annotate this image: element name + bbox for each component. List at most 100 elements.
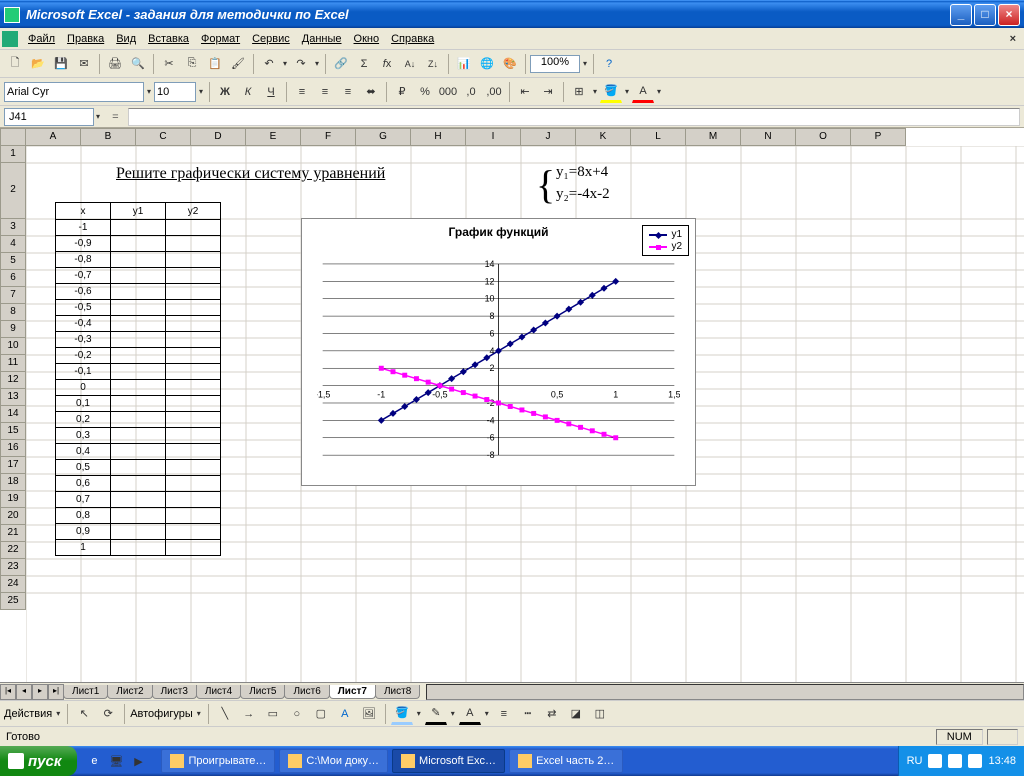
row-header-6[interactable]: 6 [0,270,26,287]
new-icon[interactable]: 🗋 [4,53,26,75]
row-header-5[interactable]: 5 [0,253,26,270]
open-icon[interactable]: 📂 [27,53,49,75]
tray-icon-3[interactable] [968,754,982,768]
line-icon[interactable]: ╲ [214,703,236,725]
line-color-icon[interactable]: ✎ [425,703,447,725]
preview-icon[interactable]: 🔍 [127,53,149,75]
map-icon[interactable]: 🌐 [476,53,498,75]
bold-icon[interactable]: Ж [214,81,236,103]
col-header-A[interactable]: A [26,128,81,146]
tab-next-icon[interactable]: ▸ [32,684,48,700]
row-header-10[interactable]: 10 [0,338,26,355]
row-header-7[interactable]: 7 [0,287,26,304]
help-icon[interactable]: ? [598,53,620,75]
sheet-tab-Лист8[interactable]: Лист8 [375,685,420,699]
row-header-17[interactable]: 17 [0,457,26,474]
function-icon[interactable]: fx [376,53,398,75]
autoshapes-menu[interactable]: Автофигуры [130,708,193,720]
row-header-18[interactable]: 18 [0,474,26,491]
row-header-13[interactable]: 13 [0,389,26,406]
col-header-D[interactable]: D [191,128,246,146]
quick-ie-icon[interactable]: e [83,750,105,772]
row-header-16[interactable]: 16 [0,440,26,457]
font-combo[interactable] [4,82,144,102]
column-headers[interactable]: ABCDEFGHIJKLMNOP [0,128,906,146]
paste-icon[interactable]: 📋 [204,53,226,75]
align-center-icon[interactable]: ≡ [314,81,336,103]
sort-asc-icon[interactable]: A↓ [399,53,421,75]
row-header-12[interactable]: 12 [0,372,26,389]
oval-icon[interactable]: ○ [286,703,308,725]
chart-object[interactable]: График функций y1 y2 -8-6-4-22468101214-… [301,218,696,486]
menu-file[interactable]: Файл [22,31,61,47]
col-header-M[interactable]: M [686,128,741,146]
taskbar-app-2[interactable]: Microsoft Exc… [392,749,505,773]
name-box-dd[interactable]: ▾ [94,112,102,121]
undo-icon[interactable]: ↶ [258,53,280,75]
col-header-N[interactable]: N [741,128,796,146]
formula-input[interactable] [128,108,1020,126]
row-header-8[interactable]: 8 [0,304,26,321]
system-tray[interactable]: RU 13:48 [898,746,1024,776]
taskbar-app-3[interactable]: Excel часть 2… [509,749,623,773]
row-headers[interactable]: 1234567891011121314151617181920212223242… [0,146,26,610]
cells-area[interactable]: Решите графически систему уравнений { y₁… [26,146,1024,682]
redo-dd[interactable]: ▾ [313,59,321,68]
zoom-dd[interactable]: ▾ [581,59,589,68]
wordart-icon[interactable]: A [334,703,356,725]
language-indicator[interactable]: RU [907,755,923,767]
tray-icon-2[interactable] [948,754,962,768]
fill-color-icon2[interactable]: 🪣 [391,703,413,725]
comma-icon[interactable]: 000 [437,81,459,103]
shadow-icon[interactable]: ◪ [565,703,587,725]
taskbar-app-0[interactable]: Проигрывате… [161,749,275,773]
dec-decimal-icon[interactable]: ,00 [483,81,505,103]
row-header-23[interactable]: 23 [0,559,26,576]
sheet-tab-Лист7[interactable]: Лист7 [329,685,376,699]
font-dd[interactable]: ▾ [145,87,153,96]
col-header-C[interactable]: C [136,128,191,146]
textbox-icon[interactable]: ▢ [310,703,332,725]
rectangle-icon[interactable]: ▭ [262,703,284,725]
drawing-actions-menu[interactable]: Действия [4,708,52,720]
tab-prev-icon[interactable]: ◂ [16,684,32,700]
row-header-9[interactable]: 9 [0,321,26,338]
row-header-19[interactable]: 19 [0,491,26,508]
start-button[interactable]: пуск [0,746,77,776]
arrow-icon[interactable]: → [238,703,260,725]
print-icon[interactable]: 🖨 [104,53,126,75]
row-header-2[interactable]: 2 [0,163,26,219]
col-header-K[interactable]: K [576,128,631,146]
sort-desc-icon[interactable]: Z↓ [422,53,444,75]
inc-decimal-icon[interactable]: ,0 [460,81,482,103]
sheet-tab-Лист5[interactable]: Лист5 [240,685,285,699]
inc-indent-icon[interactable]: ⇥ [537,81,559,103]
minimize-button[interactable]: _ [950,4,972,26]
row-header-22[interactable]: 22 [0,542,26,559]
menu-edit[interactable]: Правка [61,31,110,47]
col-header-F[interactable]: F [301,128,356,146]
menu-help[interactable]: Справка [385,31,440,47]
menu-view[interactable]: Вид [110,31,142,47]
doc-close-button[interactable]: × [1004,33,1022,45]
sheet-tab-Лист3[interactable]: Лист3 [152,685,197,699]
document-icon[interactable] [2,31,18,47]
merge-icon[interactable]: ⬌ [360,81,382,103]
row-header-11[interactable]: 11 [0,355,26,372]
percent-icon[interactable]: % [414,81,436,103]
row-header-20[interactable]: 20 [0,508,26,525]
line-style-icon[interactable]: ≡ [493,703,515,725]
sheet-tab-Лист6[interactable]: Лист6 [284,685,329,699]
col-header-L[interactable]: L [631,128,686,146]
drawing-icon[interactable]: 🎨 [499,53,521,75]
italic-icon[interactable]: К [237,81,259,103]
horizontal-scrollbar[interactable] [426,684,1024,700]
autosum-icon[interactable]: Σ [353,53,375,75]
quick-media-icon[interactable]: ▶ [127,750,149,772]
currency-icon[interactable]: ₽ [391,81,413,103]
sheet-tab-Лист4[interactable]: Лист4 [196,685,241,699]
close-button[interactable]: × [998,4,1020,26]
email-icon[interactable]: ✉ [73,53,95,75]
row-header-4[interactable]: 4 [0,236,26,253]
col-header-B[interactable]: B [81,128,136,146]
